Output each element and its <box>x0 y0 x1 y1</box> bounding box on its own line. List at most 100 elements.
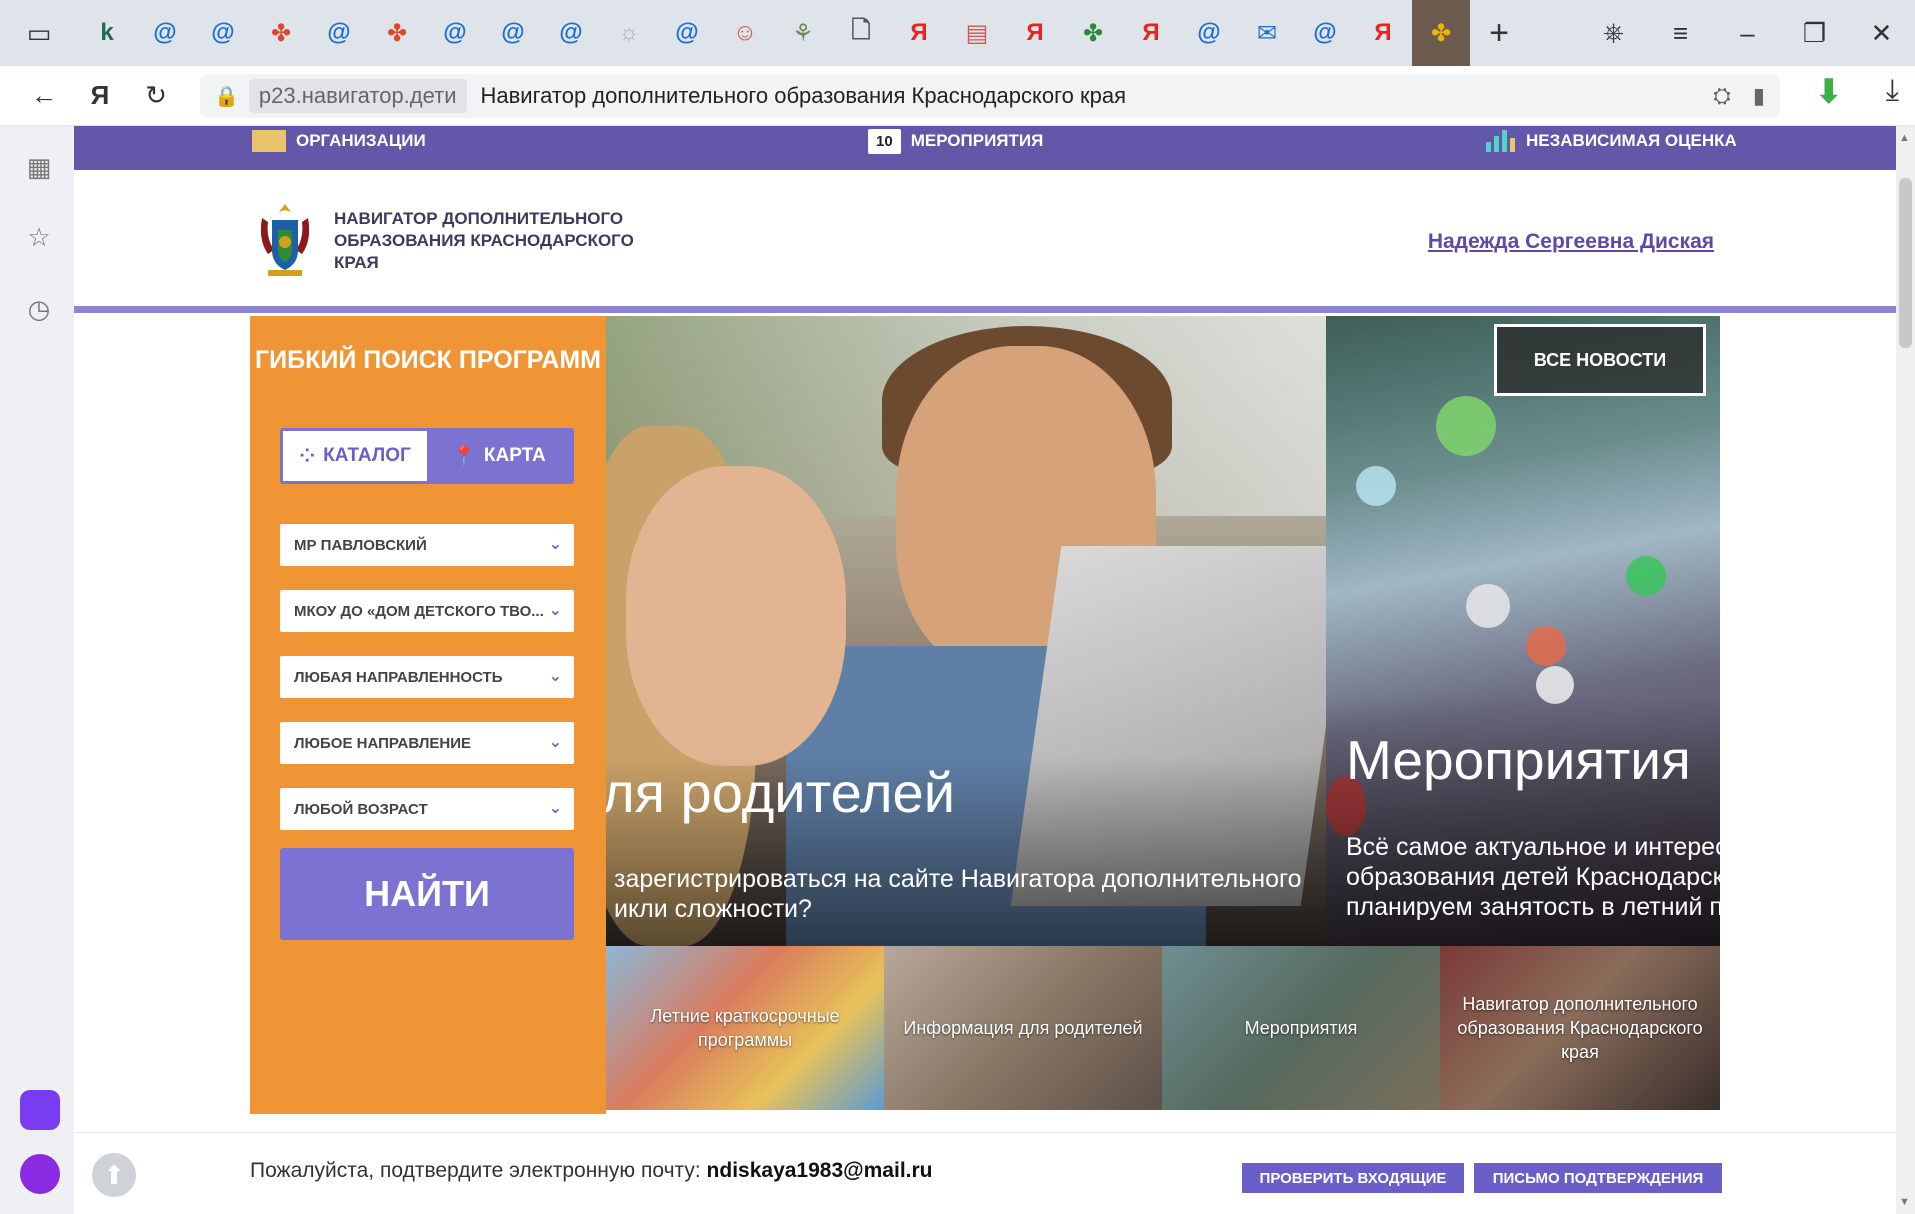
address-bar: ← Я ↻ 🔒 p23.навигатор.дети Навигатор доп… <box>0 66 1915 126</box>
tab-navigator-icon[interactable]: ✤ <box>1412 0 1470 66</box>
thumb-navigator[interactable]: Навигатор дополнительного образования Кр… <box>1440 946 1720 1110</box>
site-logo-text[interactable]: Навигатор дополнительного образования Кр… <box>334 208 634 274</box>
hero-figure <box>626 466 846 766</box>
alice-assistant-icon[interactable] <box>20 1154 60 1194</box>
reload-button[interactable]: ↻ <box>128 66 184 126</box>
tab-mail-icon[interactable]: @ <box>136 0 194 66</box>
translate-icon[interactable]: ⛭ <box>1713 83 1731 109</box>
url-field[interactable]: 🔒 p23.навигатор.дети Навигатор дополните… <box>200 74 1780 118</box>
nav-events-label: МЕРОПРИЯТИЯ <box>910 131 1044 150</box>
tab-figure-icon[interactable]: ⚘ <box>774 0 832 66</box>
menu-icon[interactable]: ≡ <box>1647 18 1714 49</box>
thumb-caption: Информация для родителей <box>903 1018 1143 1038</box>
tab-mail-icon[interactable]: @ <box>542 0 600 66</box>
bubble <box>1436 396 1496 456</box>
scrollbar-thumb[interactable] <box>1899 178 1912 348</box>
tab-mail-icon[interactable]: @ <box>310 0 368 66</box>
all-news-button[interactable]: Все новости <box>1494 324 1706 396</box>
find-button[interactable]: Найти <box>280 848 574 940</box>
minimize-icon[interactable]: – <box>1714 18 1781 49</box>
email-confirm-bar: ⬆ Пожалуйста, подтвердите электронную по… <box>74 1132 1896 1214</box>
nav-independent-assessment[interactable]: НЕЗАВИСИМАЯ ОЦЕНКА <box>1486 126 1737 156</box>
krasnodar-coat-of-arms-logo[interactable] <box>254 200 316 280</box>
tab-navigator-icon[interactable]: ✤ <box>368 0 426 66</box>
direction-select[interactable]: Любое направление ⌄ <box>280 722 574 764</box>
window-controls: ⎈ ≡ – ❐ ✕ <box>1580 0 1915 66</box>
tab-yandex-icon[interactable]: Я <box>1006 0 1064 66</box>
downloader-icon[interactable]: ⬇ <box>1815 72 1844 112</box>
browser-sidebar: ▦ ☆ ◷ <box>0 126 74 1214</box>
municipality-select[interactable]: МР Павловский ⌄ <box>280 524 574 566</box>
tab-mail-icon[interactable]: @ <box>1296 0 1354 66</box>
tab-catalog[interactable]: ⁘ Каталог <box>283 431 427 481</box>
new-tab-button[interactable]: + <box>1470 0 1528 66</box>
tab-mail-icon[interactable]: @ <box>658 0 716 66</box>
bookmarks-collection-icon[interactable]: ⎈ <box>1580 17 1647 49</box>
thumb-caption: Летние краткосрочные программы <box>650 1006 840 1050</box>
site-header: Навигатор дополнительного образования Кр… <box>74 170 1896 306</box>
header-divider <box>74 306 1896 313</box>
chevron-down-icon: ⌄ <box>548 602 562 619</box>
confirm-letter-button[interactable]: Письмо подтверждения <box>1474 1163 1722 1193</box>
bubble <box>1356 466 1396 506</box>
orientation-select[interactable]: Любая направленность ⌄ <box>280 656 574 698</box>
events-card[interactable]: Все новости Мероприятия Всё самое актуал… <box>1326 316 1720 946</box>
tab-yandex-icon[interactable]: Я <box>1122 0 1180 66</box>
scroll-to-top-button[interactable]: ⬆ <box>92 1153 136 1197</box>
user-profile-link[interactable]: Надежда Сергеевна Диская <box>1428 230 1714 254</box>
lock-icon[interactable]: 🔒 <box>214 84 239 109</box>
tab-navigator-icon[interactable]: ✤ <box>252 0 310 66</box>
check-inbox-button[interactable]: Проверить входящие <box>1242 1163 1464 1193</box>
tab-yandex-icon[interactable]: Я <box>1354 0 1412 66</box>
tab-book-icon[interactable]: ▤ <box>948 0 1006 66</box>
tab-k-icon[interactable]: k <box>78 0 136 66</box>
flexible-search-panel: Гибкий поиск программ ⁘ Каталог 📍 Карта … <box>250 316 606 1114</box>
messenger-icon[interactable] <box>20 1090 60 1130</box>
age-select[interactable]: Любой возраст ⌄ <box>280 788 574 830</box>
thumb-events[interactable]: Мероприятия <box>1162 946 1440 1110</box>
bubble <box>1526 626 1566 666</box>
tab-navigator-icon[interactable]: ✤ <box>1064 0 1122 66</box>
hero-slide-parents[interactable]: ля родителей зарегистрироваться на сайте… <box>606 316 1326 946</box>
tab-site-icon[interactable]: ☼ <box>600 0 658 66</box>
tab-mail-icon[interactable]: @ <box>1180 0 1238 66</box>
close-icon[interactable]: ✕ <box>1848 18 1915 49</box>
download-icon[interactable]: ⤓ <box>1886 74 1899 108</box>
restore-icon[interactable]: ❐ <box>1781 18 1848 49</box>
thumb-caption: Навигатор дополнительного образования Кр… <box>1457 994 1703 1062</box>
tab-map-label: Карта <box>483 445 546 466</box>
tab-map[interactable]: 📍 Карта <box>427 431 571 481</box>
tab-face-icon[interactable]: ☺ <box>716 0 774 66</box>
events-text-line: образования детей Краснодарско <box>1346 863 1720 891</box>
tab-yandex-icon[interactable]: Я <box>890 0 948 66</box>
thumb-summer-programs[interactable]: Летние краткосрочные программы <box>606 946 884 1110</box>
organization-value: МКОУ ДО «Дом детского тво... <box>294 602 544 620</box>
sidebar-toggle-icon[interactable]: ▭ <box>0 0 78 66</box>
apps-grid-icon[interactable]: ▦ <box>24 152 54 182</box>
back-button[interactable]: ← <box>16 66 72 126</box>
tab-envelope-icon[interactable]: ✉ <box>1238 0 1296 66</box>
url-page-title: Навигатор дополнительного образования Кр… <box>480 83 1127 108</box>
page-scrollbar[interactable]: ▲ ▼ <box>1896 126 1915 1214</box>
tab-mail-icon[interactable]: @ <box>426 0 484 66</box>
hero-text: зарегистрироваться на сайте Навигатора д… <box>614 865 1302 923</box>
page-viewport: ОРГАНИЗАЦИИ 10 МЕРОПРИЯТИЯ НЕЗАВИСИМАЯ О… <box>74 126 1896 1214</box>
yandex-button[interactable]: Я <box>72 66 128 126</box>
history-clock-icon[interactable]: ◷ <box>24 294 54 324</box>
scroll-up-arrow-icon[interactable]: ▲ <box>1899 132 1910 144</box>
scroll-down-arrow-icon[interactable]: ▼ <box>1899 1196 1910 1208</box>
hero-title: ля родителей <box>606 761 955 824</box>
tab-mail-icon[interactable]: @ <box>194 0 252 66</box>
calendar-icon: 10 <box>868 128 901 154</box>
nav-organizations[interactable]: ОРГАНИЗАЦИИ <box>252 126 426 156</box>
organization-select[interactable]: МКОУ ДО «Дом детского тво... ⌄ <box>280 590 574 632</box>
bookmark-icon[interactable]: ▮ <box>1753 83 1765 109</box>
tab-mail-icon[interactable]: @ <box>484 0 542 66</box>
star-icon[interactable]: ☆ <box>24 222 54 252</box>
nav-events[interactable]: 10 МЕРОПРИЯТИЯ <box>868 126 1043 156</box>
thumb-parents-info[interactable]: Информация для родителей <box>884 946 1162 1110</box>
tab-document-icon[interactable]: 🗋 <box>832 0 890 66</box>
view-switch: ⁘ Каталог 📍 Карта <box>280 428 574 484</box>
url-actions: ⛭ ▮ <box>1713 74 1765 118</box>
tab-catalog-label: Каталог <box>323 445 411 466</box>
